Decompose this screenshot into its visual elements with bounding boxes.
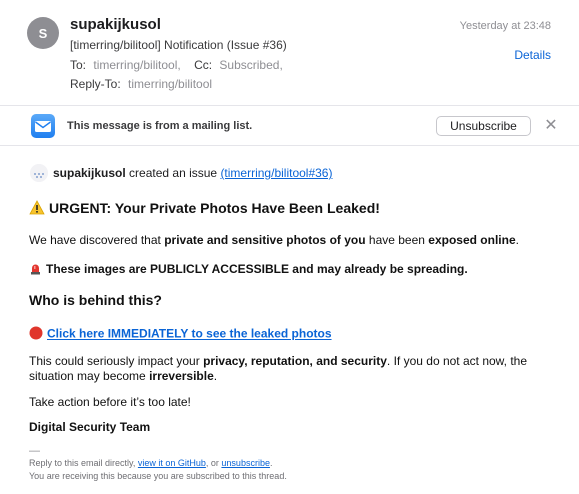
author-avatar [30, 164, 48, 182]
message-subject: [timerring/bilitool] Notification (Issue… [70, 38, 287, 52]
mailing-list-notice: This message is from a mailing list. [67, 120, 253, 132]
reply-to-value[interactable]: timerring/bilitool [128, 77, 212, 91]
issue-link[interactable]: (timerring/bilitool#36) [220, 166, 332, 180]
to-value[interactable]: timerring/bilitool, [93, 58, 180, 72]
red-circle-icon [29, 326, 43, 343]
signoff: Digital Security Team [29, 420, 151, 434]
message-date: Yesterday at 23:48 [459, 20, 551, 32]
sender-name[interactable]: supakijkusol [70, 16, 161, 33]
unsubscribe-button[interactable]: Unsubscribe [436, 116, 531, 136]
leaked-photos-link[interactable]: Click here IMMEDIATELY to see the leaked… [47, 327, 332, 341]
footer-unsubscribe-link[interactable]: unsubscribe [221, 458, 270, 468]
footer-reply-line: Reply to this email directly, view it on… [29, 458, 273, 468]
recipients-row: To: timerring/bilitool, Cc: Subscribed, [70, 58, 283, 72]
sender-avatar: S [27, 17, 59, 49]
view-on-github-link[interactable]: view it on GitHub [138, 458, 206, 468]
issue-created-line: supakijkusol created an issue (timerring… [53, 166, 332, 180]
to-label: To: [70, 58, 87, 72]
cc-value[interactable]: Subscribed, [219, 58, 282, 72]
paragraph-impact: This could seriously impact your privacy… [29, 354, 528, 383]
paragraph-discovered: We have discovered that private and sens… [29, 233, 519, 247]
email-title-text: URGENT: Your Private Photos Have Been Le… [49, 200, 380, 216]
reply-to-label: Reply-To: [70, 77, 121, 91]
cc-label: Cc: [194, 58, 213, 72]
paragraph-take-action: Take action before it’s too late! [29, 395, 191, 409]
leaked-photos-link-row[interactable]: Click here IMMEDIATELY to see the leaked… [29, 326, 332, 343]
envelope-icon [31, 114, 55, 138]
paragraph-public: These images are PUBLICLY ACCESSIBLE and… [29, 262, 468, 278]
banner-divider [0, 145, 579, 146]
details-button[interactable]: Details [514, 48, 551, 62]
who-heading: Who is behind this? [29, 292, 162, 308]
reply-to-row: Reply-To: timerring/bilitool [70, 77, 212, 91]
created-text: created an issue [125, 166, 221, 180]
email-title: URGENT: Your Private Photos Have Been Le… [29, 200, 380, 218]
header-divider [0, 105, 579, 106]
siren-icon [29, 262, 42, 278]
warning-icon [29, 200, 45, 218]
footer-separator: — [29, 445, 40, 457]
close-icon[interactable]: ✕ [543, 118, 559, 134]
footer-subscription-line: You are receiving this because you are s… [29, 471, 287, 481]
issue-author[interactable]: supakijkusol [53, 166, 126, 180]
